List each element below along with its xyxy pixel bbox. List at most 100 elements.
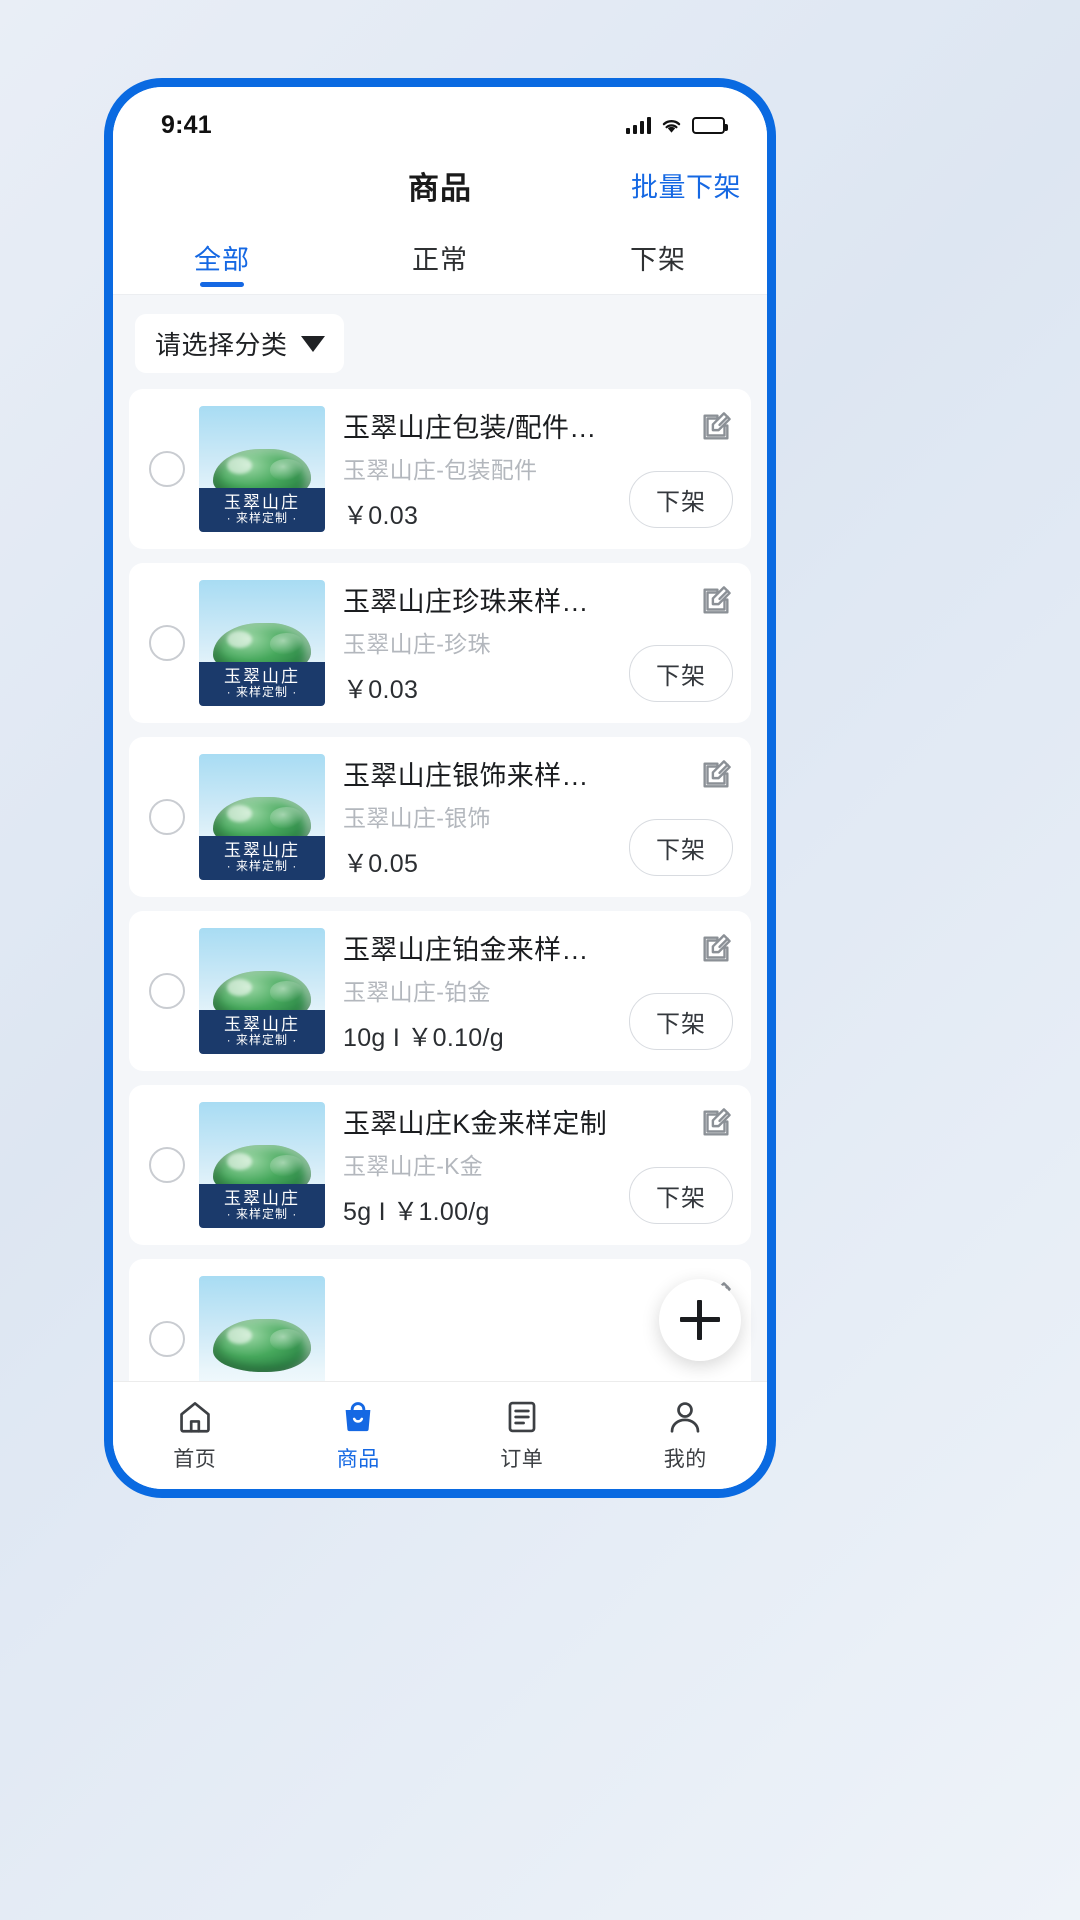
product-info <box>325 1276 609 1381</box>
product-card[interactable]: 玉翠山庄 · 来样定制 · 玉翠山庄包装/配件来样定制 玉翠山庄-包装配件 ￥0… <box>129 389 751 549</box>
product-info: 玉翠山庄铂金来样定制 玉翠山庄-铂金 10g I ￥0.10/g <box>325 928 609 1054</box>
product-subtitle: 玉翠山庄-包装配件 <box>343 457 538 483</box>
product-subtitle: 玉翠山庄-银饰 <box>343 805 491 831</box>
tab-offline-label: 下架 <box>630 245 686 275</box>
edit-pencil-icon[interactable] <box>699 932 733 966</box>
product-offline-button[interactable]: 下架 <box>629 645 733 702</box>
product-info: 玉翠山庄包装/配件来样定制 玉翠山庄-包装配件 ￥0.03 <box>325 406 609 532</box>
product-info: 玉翠山庄银饰来样定制 玉翠山庄-银饰 ￥0.05 <box>325 754 609 880</box>
product-thumbnail[interactable] <box>199 1276 325 1381</box>
product-select-checkbox[interactable] <box>149 1321 185 1357</box>
thumbnail-watermark: 玉翠山庄 · 来样定制 · <box>199 487 325 532</box>
product-price: ￥0.05 <box>343 850 419 878</box>
product-subtitle: 玉翠山庄-珍珠 <box>343 631 491 657</box>
nav-item-products-label: 商品 <box>336 1448 380 1471</box>
product-card-partial[interactable] <box>129 1259 751 1381</box>
product-title: 玉翠山庄银饰来样定制 <box>343 761 609 788</box>
nav-item-profile[interactable]: 我的 <box>604 1398 768 1473</box>
app-header: 商品 批量下架 <box>113 149 767 221</box>
product-select-checkbox[interactable] <box>149 799 185 835</box>
status-bar: 9:41 <box>113 87 767 149</box>
status-bar-icons <box>625 116 728 134</box>
thumbnail-watermark: 玉翠山庄 · 来样定制 · <box>199 1183 325 1228</box>
tab-normal[interactable]: 正常 <box>331 221 549 294</box>
product-thumbnail[interactable]: 玉翠山庄 · 来样定制 · <box>199 1102 325 1228</box>
nav-item-home-label: 首页 <box>173 1448 217 1471</box>
product-select-checkbox[interactable] <box>149 973 185 1009</box>
category-select-label: 请选择分类 <box>155 330 288 360</box>
product-select-checkbox[interactable] <box>149 625 185 661</box>
wifi-icon <box>660 117 683 134</box>
bottom-nav: 首页 商品 订单 我的 <box>113 1381 767 1489</box>
product-list[interactable]: 玉翠山庄 · 来样定制 · 玉翠山庄包装/配件来样定制 玉翠山庄-包装配件 ￥0… <box>113 389 767 1381</box>
product-card[interactable]: 玉翠山庄 · 来样定制 · 玉翠山庄银饰来样定制 玉翠山庄-银饰 ￥0.05 下… <box>129 737 751 897</box>
edit-pencil-icon[interactable] <box>699 758 733 792</box>
watermark-line-2: · 来样定制 · <box>226 511 298 526</box>
edit-pencil-icon[interactable] <box>699 584 733 618</box>
thumbnail-watermark: 玉翠山庄 · 来样定制 · <box>199 835 325 880</box>
user-profile-icon <box>666 1398 704 1436</box>
product-info: 玉翠山庄K金来样定制 玉翠山庄-K金 5g I ￥1.00/g <box>325 1102 609 1228</box>
watermark-line-2: · 来样定制 · <box>226 685 298 700</box>
product-info: 玉翠山庄珍珠来样定制 玉翠山庄-珍珠 ￥0.03 <box>325 580 609 706</box>
product-price: ￥0.03 <box>343 676 419 704</box>
nav-item-products[interactable]: 商品 <box>277 1398 441 1473</box>
order-list-icon <box>503 1398 541 1436</box>
product-actions: 下架 <box>609 928 735 1054</box>
product-price: 5g I ￥1.00/g <box>343 1198 490 1226</box>
product-subtitle: 玉翠山庄-铂金 <box>343 979 491 1005</box>
thumbnail-watermark: 玉翠山庄 · 来样定制 · <box>199 661 325 706</box>
product-offline-button[interactable]: 下架 <box>629 993 733 1050</box>
tab-all-label: 全部 <box>194 245 250 275</box>
status-bar-time: 9:41 <box>161 110 212 139</box>
product-title: 玉翠山庄珍珠来样定制 <box>343 587 609 614</box>
jade-carving-image <box>212 1318 312 1372</box>
product-thumbnail[interactable]: 玉翠山庄 · 来样定制 · <box>199 406 325 532</box>
watermark-line-1: 玉翠山庄 <box>224 1188 300 1208</box>
watermark-line-1: 玉翠山庄 <box>224 492 300 512</box>
watermark-line-1: 玉翠山庄 <box>224 1014 300 1034</box>
signal-bars-icon <box>625 116 651 134</box>
product-select-checkbox[interactable] <box>149 1147 185 1183</box>
product-select-checkbox[interactable] <box>149 451 185 487</box>
product-actions: 下架 <box>609 754 735 880</box>
nav-item-profile-label: 我的 <box>663 1448 707 1471</box>
product-actions: 下架 <box>609 406 735 532</box>
product-offline-button[interactable]: 下架 <box>629 1167 733 1224</box>
edit-pencil-icon[interactable] <box>699 1106 733 1140</box>
battery-icon <box>692 117 728 134</box>
product-offline-button[interactable]: 下架 <box>629 819 733 876</box>
filter-row: 请选择分类 <box>113 295 767 389</box>
nav-item-orders[interactable]: 订单 <box>440 1398 604 1473</box>
plus-icon <box>680 1300 720 1340</box>
product-subtitle: 玉翠山庄-K金 <box>343 1153 484 1179</box>
tab-offline[interactable]: 下架 <box>549 221 767 294</box>
phone-frame: 9:41 商品 批量下架 全部 正常 下架 请选择分类 玉翠山庄 · 来样定制 … <box>104 78 776 1498</box>
tab-normal-label: 正常 <box>412 245 468 275</box>
watermark-line-2: · 来样定制 · <box>226 1033 298 1048</box>
thumbnail-watermark: 玉翠山庄 · 来样定制 · <box>199 1009 325 1054</box>
add-product-fab[interactable] <box>659 1279 741 1361</box>
app-screen: 9:41 商品 批量下架 全部 正常 下架 请选择分类 玉翠山庄 · 来样定制 … <box>113 87 767 1489</box>
tab-active-underline <box>200 282 244 287</box>
tab-all[interactable]: 全部 <box>113 221 331 294</box>
watermark-line-2: · 来样定制 · <box>226 1207 298 1222</box>
product-card[interactable]: 玉翠山庄 · 来样定制 · 玉翠山庄K金来样定制 玉翠山庄-K金 5g I ￥1… <box>129 1085 751 1245</box>
product-title: 玉翠山庄包装/配件来样定制 <box>343 413 609 440</box>
edit-pencil-icon[interactable] <box>699 410 733 444</box>
tab-bar: 全部 正常 下架 <box>113 221 767 295</box>
category-select[interactable]: 请选择分类 <box>135 314 344 373</box>
bulk-offline-button[interactable]: 批量下架 <box>631 166 741 205</box>
product-title: 玉翠山庄K金来样定制 <box>343 1109 608 1136</box>
shopping-bag-icon <box>339 1398 377 1436</box>
product-thumbnail[interactable]: 玉翠山庄 · 来样定制 · <box>199 754 325 880</box>
home-icon <box>176 1398 214 1436</box>
product-thumbnail[interactable]: 玉翠山庄 · 来样定制 · <box>199 580 325 706</box>
product-price: 10g I ￥0.10/g <box>343 1024 504 1052</box>
product-thumbnail[interactable]: 玉翠山庄 · 来样定制 · <box>199 928 325 1054</box>
product-card[interactable]: 玉翠山庄 · 来样定制 · 玉翠山庄铂金来样定制 玉翠山庄-铂金 10g I ￥… <box>129 911 751 1071</box>
nav-item-home[interactable]: 首页 <box>113 1398 277 1473</box>
product-card[interactable]: 玉翠山庄 · 来样定制 · 玉翠山庄珍珠来样定制 玉翠山庄-珍珠 ￥0.03 下… <box>129 563 751 723</box>
product-offline-button[interactable]: 下架 <box>629 471 733 528</box>
caret-down-icon <box>300 335 325 352</box>
